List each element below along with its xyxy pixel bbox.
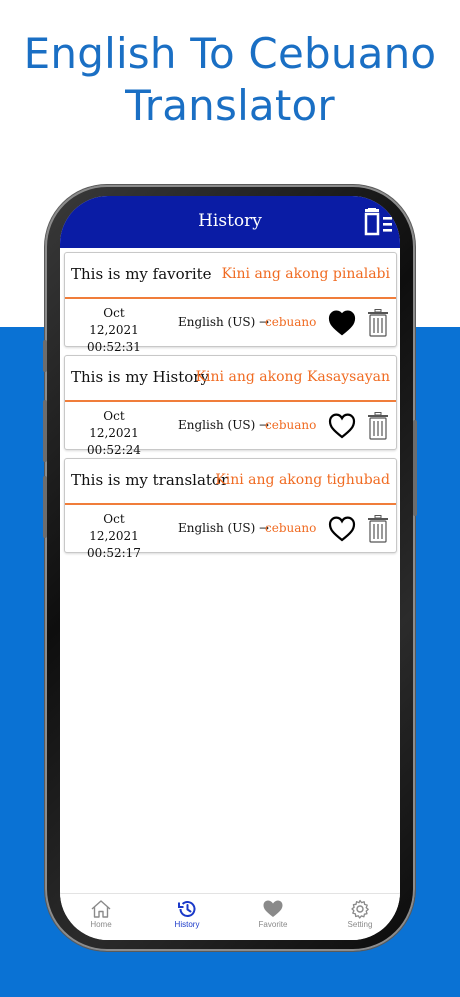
delete-button[interactable] <box>367 515 389 543</box>
tab-home-label: Home <box>90 920 112 929</box>
trash-icon <box>368 515 388 543</box>
timestamp: Oct 12,2021 00:52:24 <box>79 408 149 459</box>
history-card-header: This is my History Kini ang akong Kasays… <box>65 356 396 402</box>
tab-history[interactable]: History <box>157 899 217 929</box>
app-bar: History <box>60 196 400 248</box>
translation-text: Kini ang akong tighubad <box>215 472 390 488</box>
timestamp: Oct 12,2021 00:52:17 <box>79 511 149 562</box>
tab-favorite-label: Favorite <box>258 920 288 929</box>
source-text: This is my favorite <box>71 265 212 283</box>
heart-icon <box>263 900 283 917</box>
phone-silent-switch <box>43 340 47 372</box>
phone-volume-down <box>43 476 47 538</box>
history-list: This is my favorite Kini ang akong pinal… <box>64 252 397 561</box>
source-text: This is my translator <box>71 471 229 489</box>
to-language: cebuano <box>265 521 317 535</box>
tab-history-label: History <box>174 920 200 929</box>
history-card-header: This is my favorite Kini ang akong pinal… <box>65 253 396 299</box>
heart-filled-icon <box>328 310 356 336</box>
app-screen: History This is my favorite Kini ang ako… <box>60 196 400 940</box>
heart-outline-icon <box>328 413 356 439</box>
translation-text: Kini ang akong Kasaysayan <box>195 369 390 385</box>
promo-line-2: Translator <box>125 81 335 130</box>
promo-headline: English To Cebuano Translator <box>0 28 460 132</box>
timestamp-time: 00:52:31 <box>87 340 141 354</box>
translation-text: Kini ang akong pinalabi <box>221 266 390 282</box>
trash-icon <box>368 309 388 337</box>
delete-button[interactable] <box>367 412 389 440</box>
history-card[interactable]: This is my favorite Kini ang akong pinal… <box>64 252 397 354</box>
favorite-button[interactable] <box>328 515 356 543</box>
to-language: cebuano <box>265 418 317 432</box>
promo-line-1: English To Cebuano <box>23 29 437 78</box>
favorite-button[interactable] <box>328 412 356 440</box>
timestamp-date: Oct 12,2021 <box>89 409 139 440</box>
bottom-tab-bar: Home History Favorite Setting <box>60 893 400 940</box>
clear-history-icon <box>364 208 392 236</box>
gear-icon <box>351 899 369 919</box>
timestamp-time: 00:52:17 <box>87 546 141 560</box>
favorite-button[interactable] <box>328 309 356 337</box>
to-language: cebuano <box>265 315 317 329</box>
from-language: English (US) → <box>178 418 270 432</box>
phone-volume-up <box>43 400 47 462</box>
from-language: English (US) → <box>178 315 270 329</box>
history-card-header: This is my translator Kini ang akong tig… <box>65 459 396 505</box>
tab-setting[interactable]: Setting <box>330 899 390 929</box>
heart-outline-icon <box>328 516 356 542</box>
timestamp-date: Oct 12,2021 <box>89 306 139 337</box>
delete-button[interactable] <box>367 309 389 337</box>
tab-favorite[interactable]: Favorite <box>243 899 303 929</box>
timestamp: Oct 12,2021 00:52:31 <box>79 305 149 356</box>
tab-setting-label: Setting <box>347 920 373 929</box>
tab-home[interactable]: Home <box>71 899 131 929</box>
phone-power-button <box>413 420 417 516</box>
history-card[interactable]: This is my History Kini ang akong Kasays… <box>64 355 397 457</box>
page-title: History <box>198 211 262 231</box>
timestamp-time: 00:52:24 <box>87 443 141 457</box>
clear-history-button[interactable] <box>362 208 396 236</box>
trash-icon <box>368 412 388 440</box>
history-icon <box>178 901 196 917</box>
source-text: This is my History <box>71 368 209 386</box>
history-card[interactable]: This is my translator Kini ang akong tig… <box>64 458 397 560</box>
home-icon <box>91 900 111 918</box>
timestamp-date: Oct 12,2021 <box>89 512 139 543</box>
from-language: English (US) → <box>178 521 270 535</box>
